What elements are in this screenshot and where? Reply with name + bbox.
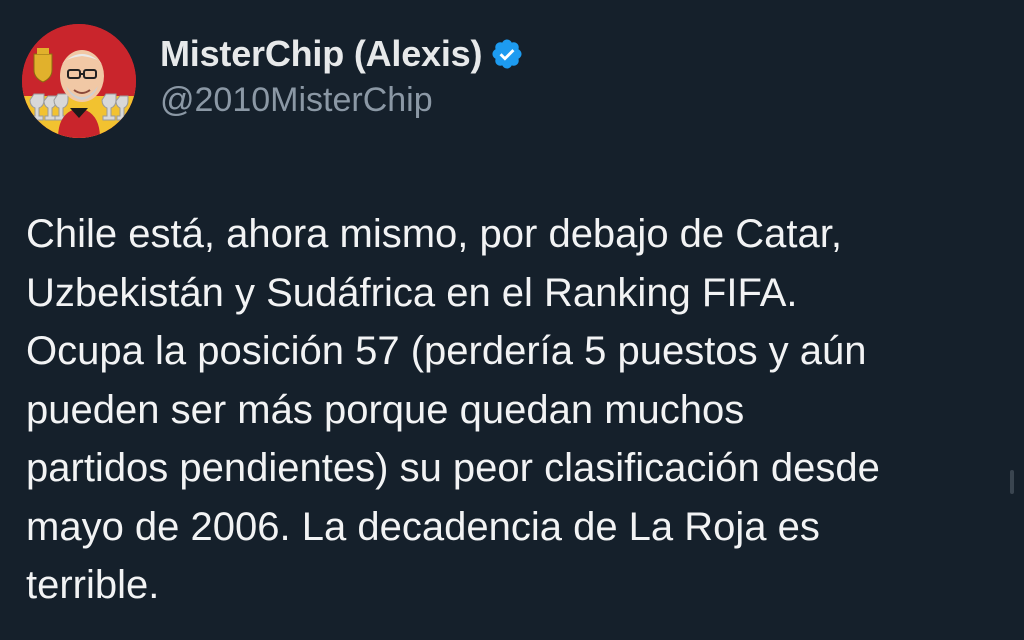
author-handle[interactable]: @2010MisterChip xyxy=(160,78,524,122)
scrollbar[interactable] xyxy=(1010,470,1014,494)
tweet-text-line: partidos pendientes) su peor clasificaci… xyxy=(26,446,880,490)
tweet-text-line: Ocupa la posición 57 (perdería 5 puestos… xyxy=(26,329,867,373)
avatar-image-icon xyxy=(22,24,136,138)
tweet-text-line: Uzbekistán y Sudáfrica en el Ranking FIF… xyxy=(26,270,798,315)
tweet-text-line: terrible. xyxy=(26,563,160,607)
author-block: MisterChip (Alexis) @2010MisterChip xyxy=(160,32,524,122)
tweet-text: Chile está, ahora mismo, por debajo de C… xyxy=(26,205,1006,615)
tweet-card: MisterChip (Alexis) @2010MisterChip Chil… xyxy=(0,0,1024,640)
avatar[interactable] xyxy=(22,24,136,138)
tweet-header: MisterChip (Alexis) @2010MisterChip xyxy=(22,24,524,138)
tweet-text-line: pueden ser más porque quedan muchos xyxy=(26,387,745,432)
verified-badge-icon[interactable] xyxy=(490,37,524,71)
display-name[interactable]: MisterChip (Alexis) xyxy=(160,32,482,76)
tweet-text-line: Chile está, ahora mismo, por debajo de C… xyxy=(26,212,842,256)
display-name-row: MisterChip (Alexis) xyxy=(160,32,524,76)
tweet-text-line: mayo de 2006. La decadencia de La Roja e… xyxy=(26,504,820,549)
